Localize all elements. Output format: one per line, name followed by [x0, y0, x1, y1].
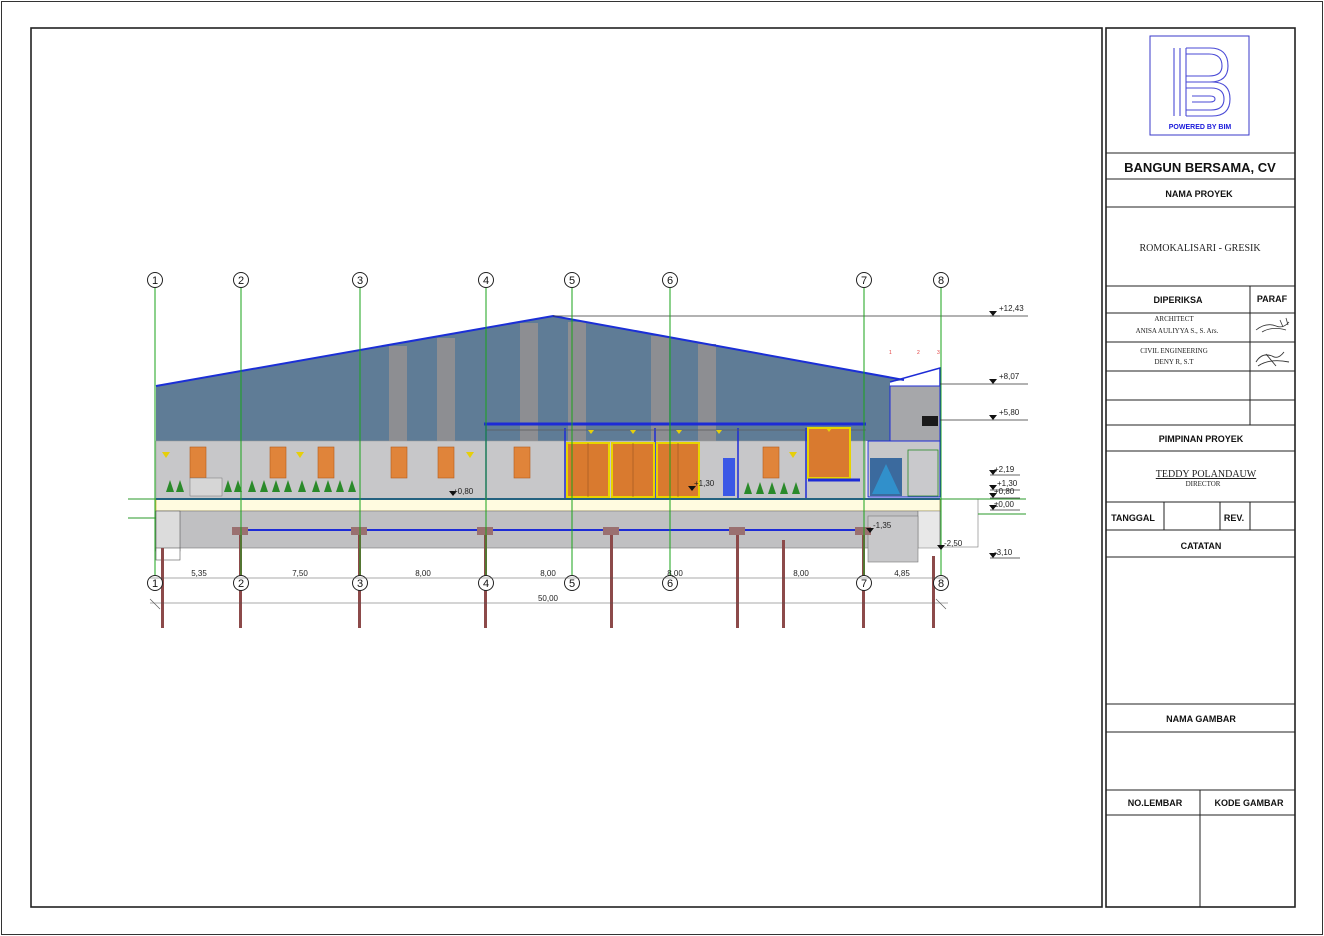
total-length: 50,00	[538, 594, 559, 603]
floor-slab	[155, 498, 941, 512]
logo-caption: POWERED BY BIM	[1169, 124, 1232, 131]
grid-label: 1	[152, 275, 158, 287]
drawing-sheet: POWERED BY BIM BANGUN BERSAMA, CV NAMA P…	[1, 1, 1323, 935]
project-name: ROMOKALISARI - GRESIK	[1139, 243, 1261, 254]
inner-level-label: +0,80	[453, 487, 474, 496]
span-label: 8,00	[415, 569, 431, 578]
span-label: 8,00	[540, 569, 556, 578]
span-dimensions: 5,35 7,50 8,00 8,00 8,00 8,00 4,85 50,00	[191, 569, 910, 603]
window	[390, 446, 408, 479]
grid-label: 1	[152, 578, 158, 590]
level-label: -1,35	[873, 521, 892, 530]
level-label: ±0,00	[994, 500, 1015, 509]
civil-role: CIVIL ENGINEERING	[1140, 347, 1208, 355]
title-block-rows	[1106, 152, 1295, 907]
grid-label: 2	[238, 578, 244, 590]
level-label: +12,43	[999, 304, 1024, 313]
bim-logo: POWERED BY BIM	[1149, 35, 1250, 136]
grid-label: 8	[938, 578, 944, 590]
sheet-number-label: NO.LEMBAR	[1128, 798, 1183, 808]
grid-label: 7	[861, 578, 867, 590]
window	[437, 446, 455, 479]
grid-bubbles-top	[147, 272, 949, 288]
date-label: TANGGAL	[1111, 513, 1155, 523]
small-mark: 3	[937, 350, 940, 356]
window	[317, 446, 335, 479]
bim-b-logo-icon	[1173, 47, 1231, 117]
level-label: +8,07	[999, 372, 1020, 381]
leader-role: DIRECTOR	[1186, 480, 1221, 488]
sign-label: PARAF	[1257, 294, 1288, 304]
drawing-name-label: NAMA GAMBAR	[1166, 714, 1236, 724]
grid-label: 2	[238, 275, 244, 287]
architect-name: ANISA AULIYYA S., S. Ars.	[1136, 327, 1219, 335]
architect-role: ARCHITECT	[1154, 315, 1194, 323]
notes-label: CATATAN	[1181, 541, 1222, 551]
grid-label: 6	[667, 275, 673, 287]
span-label: 8,00	[667, 569, 683, 578]
small-mark: 1	[889, 350, 892, 356]
span-label: 8,00	[793, 569, 809, 578]
grid-label: 4	[483, 275, 489, 287]
small-mark: 2	[917, 350, 920, 356]
company-name: BANGUN BERSAMA, CV	[1124, 160, 1276, 175]
civil-name: DENY R, S.T	[1154, 358, 1194, 366]
level-leaders	[940, 315, 1028, 559]
panel	[807, 427, 851, 479]
level-label: +2,19	[994, 465, 1015, 474]
grid-label: 7	[861, 275, 867, 287]
leader-name: TEDDY POLANDAUW	[1156, 469, 1257, 480]
grid-labels-bottom: 1 2 3 4 5 6 7 8	[152, 578, 944, 590]
grid-label: 8	[938, 275, 944, 287]
grid-label: 5	[569, 275, 575, 287]
level-label: -3,10	[994, 548, 1013, 557]
grid-label: 5	[569, 578, 575, 590]
grid-label: 6	[667, 578, 673, 590]
span-label: 7,50	[292, 569, 308, 578]
level-label: +0,80	[994, 487, 1015, 496]
window	[269, 446, 287, 479]
inner-level-label: +1,30	[694, 479, 715, 488]
window	[762, 446, 780, 479]
architect-signature-icon	[1255, 317, 1290, 333]
window	[513, 446, 531, 479]
project-label: NAMA PROYEK	[1165, 189, 1233, 199]
span-label: 4,85	[894, 569, 910, 578]
grid-label: 3	[357, 578, 363, 590]
small-marks: 1 2 3	[889, 350, 940, 356]
span-label: 5,35	[191, 569, 207, 578]
drawing-code-label: KODE GAMBAR	[1215, 798, 1284, 808]
rev-label: REV.	[1224, 513, 1244, 523]
civil-signature-icon	[1255, 351, 1290, 367]
grid-label: 3	[357, 275, 363, 287]
level-label: +5,80	[999, 408, 1020, 417]
level-label: -2,50	[944, 539, 963, 548]
window	[189, 446, 207, 479]
checked-label: DIPERIKSA	[1153, 295, 1203, 305]
title-block: POWERED BY BIM BANGUN BERSAMA, CV NAMA P…	[1106, 35, 1295, 907]
leader-label: PIMPINAN PROYEK	[1159, 434, 1244, 444]
grid-label: 4	[483, 578, 489, 590]
grid-labels-top: 1 2 3 4 5 6 7 8	[152, 275, 944, 287]
